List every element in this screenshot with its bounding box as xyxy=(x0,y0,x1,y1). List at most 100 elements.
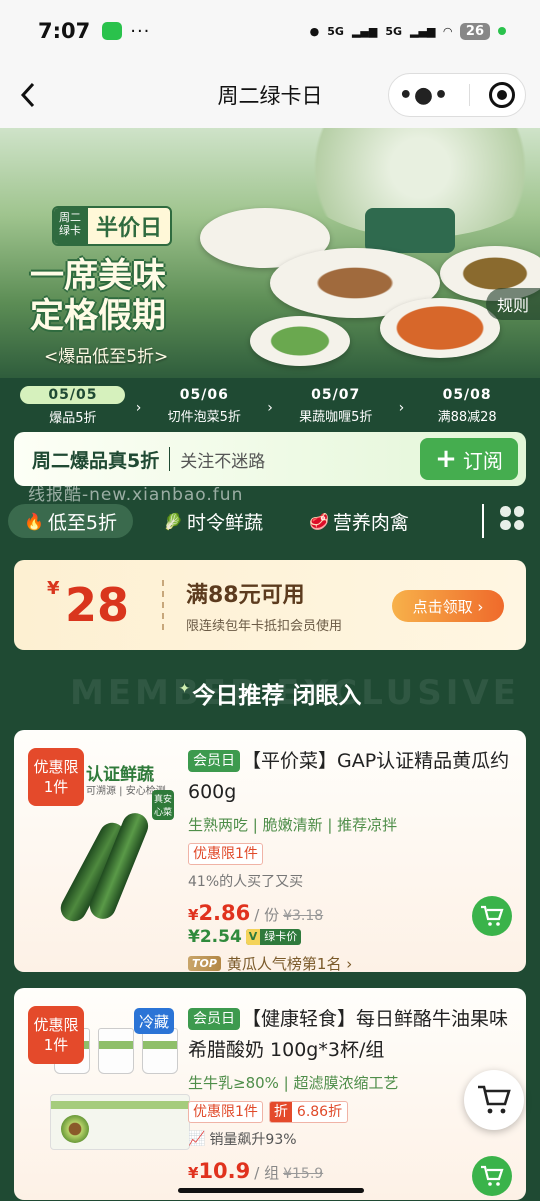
discount-label: 折 xyxy=(269,1102,292,1122)
product-features: 生熟两吃 | 脆嫩清新 | 推荐凉拌 xyxy=(188,816,398,834)
limit-tag: 优惠限 1件 xyxy=(28,748,84,806)
coupon-info: 满88元可用 限连续包年卡抵扣会员使用 xyxy=(164,577,342,634)
category-tab-label: 时令鲜蔬 xyxy=(186,511,263,534)
subscribe-bar: 周二爆品真5折 关注不迷路 + 订阅 xyxy=(14,432,526,486)
refrigerated-tag: 冷藏 xyxy=(134,1008,174,1034)
hero-banner: 周二绿卡 半价日 一席美味 定格假期 <爆品低至5折> 规则 xyxy=(0,128,540,378)
meat-icon: 🥩 xyxy=(308,511,329,531)
signal-5g-1: 5G xyxy=(327,24,344,38)
section-title-text: 今日推荐 闭眼入 xyxy=(192,683,362,709)
status-right: ● 5G ▂▄▆ 5G ▂▄▆ ◠ 26 xyxy=(309,22,506,40)
member-price-line: ¥2.54 V 绿卡价 xyxy=(188,927,510,947)
date-tab-0505[interactable]: 05/05 爆品5折 xyxy=(10,378,136,434)
rank-line[interactable]: TOP 黄瓜人气榜第1名 › xyxy=(188,953,510,972)
trend-chart-icon: 📈 xyxy=(188,1131,206,1147)
privacy-dot-icon xyxy=(498,27,506,35)
subscribe-button[interactable]: + 订阅 xyxy=(420,438,518,480)
promo-chips: 优惠限1件 xyxy=(188,843,510,865)
category-tab-vegetables[interactable]: 🥬 时令鲜蔬 xyxy=(147,504,279,538)
sales-text: 销量飙升93% xyxy=(209,1132,297,1148)
canned-fish-image xyxy=(365,208,455,253)
limit-chip: 优惠限1件 xyxy=(188,843,263,865)
shopping-cart-icon xyxy=(478,1085,511,1114)
wifi-icon: ◠ xyxy=(443,24,452,38)
signal-bars-icon: ▂▄▆ xyxy=(351,24,378,38)
banner-slogan: 一席美味 定格假期 xyxy=(30,256,200,336)
product-title: 会员日 【平价菜】GAP认证精品黄瓜约600g xyxy=(188,746,510,808)
yogurt-cup-shape xyxy=(142,1028,178,1074)
green-card-tag: V 绿卡价 xyxy=(245,929,302,945)
date-tab-0508[interactable]: 05/08 满88减28 xyxy=(404,378,530,434)
miniapp-capsule: •●• xyxy=(388,73,526,117)
rules-button[interactable]: 规则 xyxy=(486,288,540,320)
wechat-icon xyxy=(102,22,123,40)
price-line: ¥10.9 / 组 ¥15.9 xyxy=(188,1159,510,1183)
limit-tag-line2: 1件 xyxy=(43,1036,69,1054)
category-tab-discount[interactable]: 🔥 低至5折 xyxy=(8,504,134,538)
more-icon[interactable]: •●• xyxy=(399,83,449,108)
product-card[interactable]: 优惠限 1件 冷藏 会员日 【健康轻食】每日鲜酪牛油果味希腊酸奶 100g*3杯/… xyxy=(14,988,526,1200)
coupon-desc: 限连续包年卡抵扣会员使用 xyxy=(186,618,343,634)
limit-tag-line2: 1件 xyxy=(43,778,69,796)
limit-tag: 优惠限 1件 xyxy=(28,1006,84,1064)
floating-cart-button[interactable] xyxy=(464,1070,524,1130)
status-bar: 7:07 ··· ● 5G ▂▄▆ 5G ▂▄▆ ◠ 26 xyxy=(0,0,540,62)
price-value: 10.9 xyxy=(198,1159,251,1183)
green-card-label: 绿卡价 xyxy=(264,930,298,943)
close-miniapp-icon[interactable] xyxy=(489,82,516,108)
category-tabs: 🔥 低至5折 🥬 时令鲜蔬 🥩 营养肉禽 xyxy=(0,502,540,540)
slogan-line-1: 一席美味 xyxy=(30,256,166,296)
date-tab-label: 满88减28 xyxy=(437,410,497,425)
top-badge: TOP xyxy=(188,956,221,971)
date-tabs: 05/05 爆品5折 › 05/06 切件泡菜5折 › 05/07 果蔬咖喱5折… xyxy=(0,378,540,434)
member-price: ¥2.54 xyxy=(188,927,242,947)
subscribe-headline: 周二爆品真5折 xyxy=(32,449,160,472)
signal-bars-icon: ▂▄▆ xyxy=(410,24,436,38)
claim-coupon-button[interactable]: 点击领取 › xyxy=(392,590,504,622)
add-to-cart-button[interactable] xyxy=(472,1156,512,1196)
leafy-green-icon: 🥬 xyxy=(163,511,183,531)
price-value: 2.86 xyxy=(198,901,251,925)
price-line: ¥2.86 / 份 ¥3.18 xyxy=(188,901,510,925)
discount-chip: 折 6.86折 xyxy=(268,1101,349,1123)
coupon-value: 28 xyxy=(65,578,130,632)
page-title: 周二绿卡日 xyxy=(217,84,323,108)
limit-chip: 优惠限1件 xyxy=(188,1101,263,1123)
status-time: 7:07 xyxy=(38,19,91,43)
cart-icon xyxy=(481,1165,504,1186)
yogurt-cup-shape xyxy=(98,1028,134,1074)
coupon-title: 满88元可用 xyxy=(186,582,305,608)
coupon-amount: ¥ 28 xyxy=(14,578,162,632)
back-arrow-icon[interactable] xyxy=(18,80,38,117)
add-to-cart-button[interactable] xyxy=(472,896,512,936)
sparkle-icon: ✦ xyxy=(178,681,191,697)
category-tab-meat[interactable]: 🥩 营养肉禽 xyxy=(293,504,425,538)
price-unit: / 组 xyxy=(254,1164,280,1182)
member-day-tag: 会员日 xyxy=(188,750,240,772)
avocado-icon xyxy=(61,1115,89,1143)
date-tab-date: 05/05 xyxy=(20,386,126,404)
original-price: ¥15.9 xyxy=(283,1166,324,1182)
price: ¥10.9 xyxy=(188,1159,250,1183)
home-indicator[interactable] xyxy=(178,1188,364,1193)
promo-chips: 优惠限1件 折 6.86折 xyxy=(188,1101,510,1123)
product-card[interactable]: 认证鲜蔬 可溯源 | 安心检测 真安心菜 优惠限 1件 会员日 【平价菜】GAP认… xyxy=(14,730,526,972)
plus-icon: + xyxy=(435,444,457,474)
fire-icon: 🔥 xyxy=(24,511,44,531)
date-tab-0506[interactable]: 05/06 切件泡菜5折 xyxy=(141,378,267,434)
date-tab-0507[interactable]: 05/07 果蔬咖喱5折 xyxy=(273,378,399,434)
price-symbol: ¥ xyxy=(188,1164,199,1182)
date-tab-date: 05/07 xyxy=(311,387,361,403)
banner-tag-left: 周二绿卡 xyxy=(54,208,88,244)
category-tab-label: 营养肉禽 xyxy=(332,511,409,534)
section-title: ✦今日推荐 闭眼入 xyxy=(0,676,540,710)
limit-tag-line1: 优惠限 xyxy=(33,1016,79,1034)
location-icon: ● xyxy=(309,24,320,38)
more-dots-icon: ··· xyxy=(130,20,151,42)
banner-subtitle: <爆品低至5折> xyxy=(44,347,169,367)
category-grid-icon[interactable] xyxy=(500,506,524,530)
date-tab-label: 果蔬咖喱5折 xyxy=(299,410,373,425)
cucumber-plate-image xyxy=(250,316,350,366)
limit-tag-line1: 优惠限 xyxy=(33,758,79,776)
original-price: ¥3.18 xyxy=(283,908,324,924)
